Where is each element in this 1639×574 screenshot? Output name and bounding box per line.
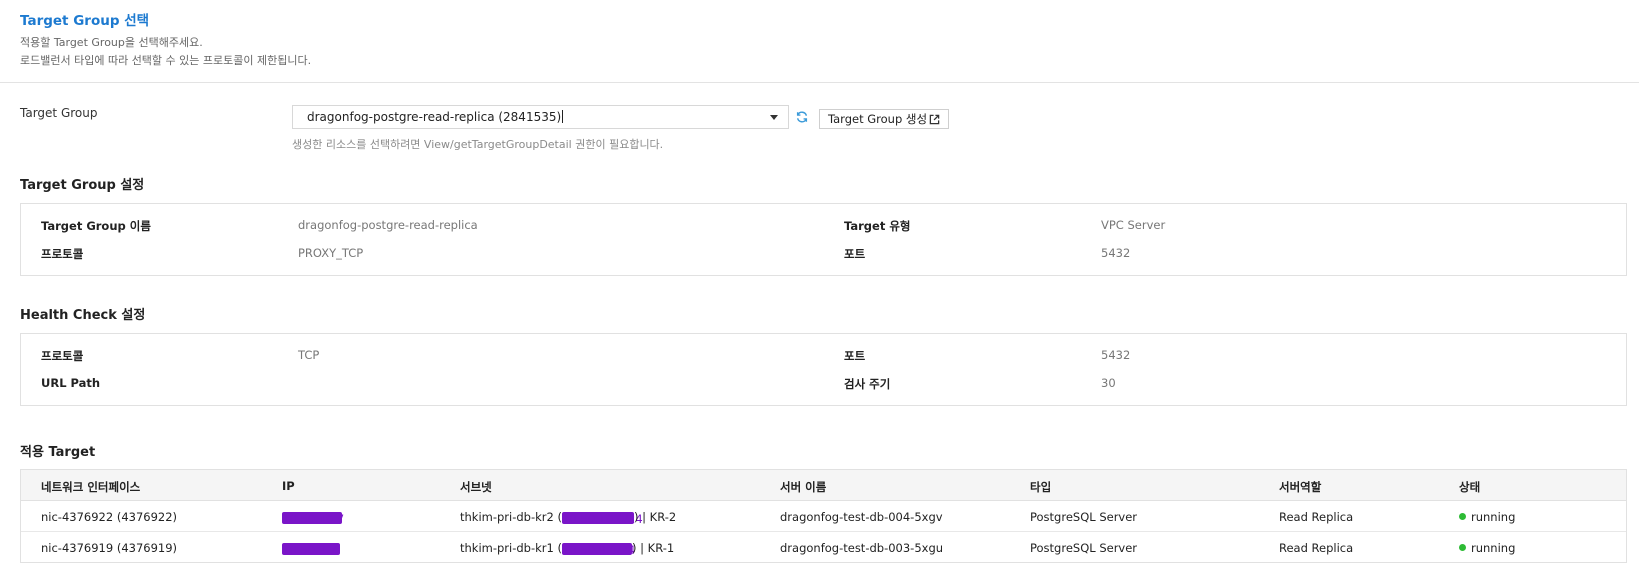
create-target-group-label: Target Group 생성 <box>828 112 928 126</box>
column-header-type: 타입 <box>1030 480 1052 494</box>
column-header-subnet: 서브넷 <box>460 480 492 494</box>
cell-subnet: thkim-pri-db-kr1 (10.50.9.0/24) | KR-1 <box>460 541 675 557</box>
status-running-dot-icon <box>1459 544 1466 551</box>
tg-port-label: 포트 <box>844 247 866 261</box>
hc-interval-label: 검사 주기 <box>844 377 891 391</box>
redacted-ip: 10.50.10.7 <box>282 511 345 526</box>
cell-role: Read Replica <box>1279 510 1354 524</box>
subnet-name: thkim-pri-db-kr1 ( <box>460 541 562 555</box>
hc-interval-value: 30 <box>1101 376 1116 390</box>
tg-port-value: 5432 <box>1101 246 1131 260</box>
applied-target-title: 적용 Target <box>20 445 96 460</box>
column-header-status: 상태 <box>1459 480 1481 494</box>
redacted-subnet-cidr: 10.50.10.0/24 <box>561 511 643 526</box>
permission-hint: 생성한 리소스를 선택하려면 View/getTargetGroupDetail… <box>292 138 664 151</box>
target-group-select[interactable]: dragonfog-postgre-read-replica (2841535) <box>292 105 789 129</box>
applied-target-table: 네트워크 인터페이스 IP 서브넷 서버 이름 타입 서버역할 상태 nic-4… <box>20 469 1627 563</box>
status-text: running <box>1471 541 1516 555</box>
tg-name-label: Target Group 이름 <box>41 219 151 233</box>
hc-protocol-label: 프로토콜 <box>41 349 84 363</box>
column-header-ip: IP <box>282 479 295 493</box>
cell-nic: nic-4376919 (4376919) <box>41 541 178 555</box>
create-target-group-button[interactable]: Target Group 생성 <box>819 109 949 129</box>
column-header-nic: 네트워크 인터페이스 <box>41 480 141 494</box>
cell-type: PostgreSQL Server <box>1030 541 1138 555</box>
cell-subnet: thkim-pri-db-kr2 (10.50.10.0/24) | KR-2 <box>460 510 677 526</box>
status-running-dot-icon <box>1459 513 1466 520</box>
refresh-icon[interactable] <box>795 110 809 124</box>
tg-name-value: dragonfog-postgre-read-replica <box>298 218 478 232</box>
cell-role: Read Replica <box>1279 541 1354 555</box>
table-header: 네트워크 인터페이스 IP 서브넷 서버 이름 타입 서버역할 상태 <box>21 470 1626 501</box>
external-link-icon <box>929 114 940 125</box>
cell-server-name: dragonfog-test-db-003-5xgu <box>780 541 944 555</box>
tg-type-value: VPC Server <box>1101 218 1166 232</box>
health-check-panel: 프로토콜 TCP 포트 5432 URL Path 검사 주기 30 <box>20 333 1627 406</box>
cell-ip: 10.50.10.7 <box>282 510 345 526</box>
tg-protocol-label: 프로토콜 <box>41 247 84 261</box>
page-description-line1: 적용할 Target Group을 선택해주세요. <box>20 36 203 49</box>
column-header-server-name: 서버 이름 <box>780 480 827 494</box>
cell-server-name: dragonfog-test-db-004-5xgv <box>780 510 943 524</box>
cell-ip: 10.50.9.7 <box>282 541 340 557</box>
cell-nic: nic-4376922 (4376922) <box>41 510 178 524</box>
column-header-role: 서버역할 <box>1279 480 1322 494</box>
status-text: running <box>1471 510 1516 524</box>
header-divider <box>0 82 1639 83</box>
hc-port-value: 5432 <box>1101 348 1131 362</box>
hc-url-path-label: URL Path <box>41 376 101 390</box>
subnet-name: thkim-pri-db-kr2 ( <box>460 510 562 524</box>
subnet-zone: ) | KR-1 <box>631 541 675 555</box>
target-group-label: Target Group <box>20 106 98 120</box>
cell-status: running <box>1459 541 1515 555</box>
tg-protocol-value: PROXY_TCP <box>298 246 364 260</box>
page-description-line2: 로드밸런서 타입에 따라 선택할 수 있는 프로토콜이 제한됩니다. <box>20 54 312 67</box>
cell-status: running <box>1459 510 1515 524</box>
hc-protocol-value: TCP <box>298 348 320 362</box>
tg-settings-title: Target Group 설정 <box>20 178 145 193</box>
redacted-ip: 10.50.9.7 <box>282 542 340 557</box>
text-cursor <box>562 110 564 123</box>
hc-port-label: 포트 <box>844 349 866 363</box>
tg-type-label: Target 유형 <box>844 219 911 233</box>
table-row: nic-4376919 (4376919) 10.50.9.7 thkim-pr… <box>21 532 1626 562</box>
health-check-title: Health Check 설정 <box>20 308 146 323</box>
cell-type: PostgreSQL Server <box>1030 510 1138 524</box>
target-group-select-value: dragonfog-postgre-read-replica (2841535) <box>307 110 562 124</box>
subnet-zone: ) | KR-2 <box>633 510 677 524</box>
table-row: nic-4376922 (4376922) 10.50.10.7 thkim-p… <box>21 501 1626 532</box>
page-title: Target Group 선택 <box>20 13 150 29</box>
tg-settings-panel: Target Group 이름 dragonfog-postgre-read-r… <box>20 203 1627 276</box>
chevron-down-icon[interactable] <box>770 115 778 120</box>
redacted-subnet-cidr: 10.50.9.0/24 <box>561 542 636 557</box>
